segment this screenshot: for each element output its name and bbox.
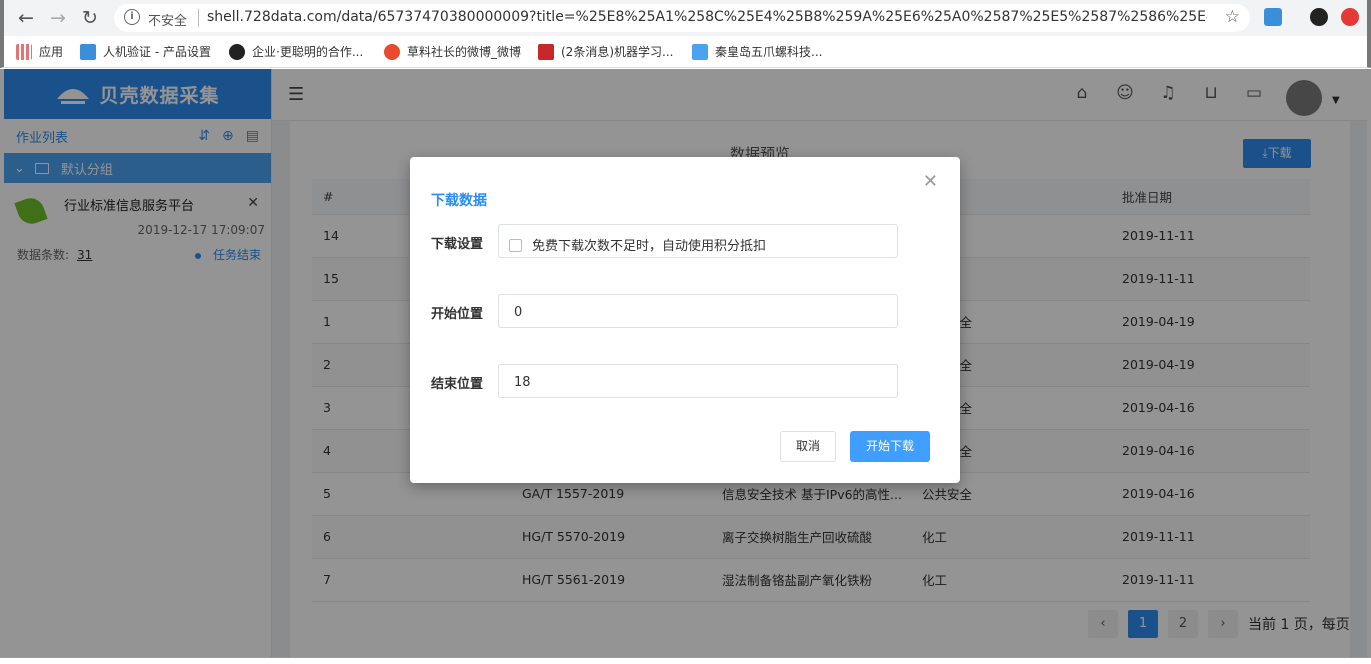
back-icon[interactable]: ←	[14, 6, 38, 30]
bookmark-label: 秦皇岛五爪螺科技...	[715, 45, 823, 59]
bookmark-apps[interactable]: 应用	[16, 43, 63, 60]
bookmark-star-icon[interactable]: ☆	[1225, 7, 1240, 27]
browser-toolbar: ← → ↻ i 不安全 shell.728data.com/data/65737…	[0, 0, 1371, 36]
start-download-button[interactable]: 开始下载	[850, 431, 930, 462]
csdn-icon	[538, 43, 554, 60]
bookmark-item[interactable]: 草料社长的微博_微博	[384, 43, 521, 60]
dialog-title: 下载数据	[431, 193, 487, 209]
site-icon	[692, 43, 708, 60]
divider	[198, 9, 199, 27]
bookmark-item[interactable]: 人机验证 - 产品设置	[80, 43, 211, 60]
extension-icon[interactable]	[1310, 8, 1328, 26]
start-position-input[interactable]: 0	[498, 294, 898, 328]
download-setting-row: 下载设置 免费下载次数不足时，自动使用积分抵扣	[431, 224, 931, 258]
apps-grid-icon	[16, 43, 32, 60]
cancel-button[interactable]: 取消	[780, 431, 836, 462]
field-label: 结束位置	[431, 377, 484, 392]
close-icon[interactable]: ✕	[923, 171, 938, 192]
bookmark-label: 人机验证 - 产品设置	[103, 45, 211, 59]
address-bar[interactable]: i 不安全 shell.728data.com/data/65737470380…	[114, 4, 1250, 32]
extension-icon[interactable]	[1341, 8, 1359, 26]
info-icon[interactable]: i	[124, 9, 140, 25]
bookmark-label: 企业·更聪明的合作...	[252, 45, 364, 59]
field-label: 开始位置	[431, 307, 484, 322]
bookmark-item[interactable]: 企业·更聪明的合作...	[229, 43, 363, 60]
auto-points-checkbox[interactable]: 免费下载次数不足时，自动使用积分抵扣	[498, 224, 898, 258]
download-dialog: 下载数据 ✕ 下载设置 免费下载次数不足时，自动使用积分抵扣 开始位置 0 结束…	[410, 157, 960, 483]
cloud-icon	[80, 43, 96, 60]
forward-icon[interactable]: →	[46, 6, 70, 30]
field-label: 下载设置	[431, 237, 484, 252]
reload-icon[interactable]: ↻	[78, 6, 102, 30]
checkbox-icon[interactable]	[509, 239, 522, 252]
end-position-input[interactable]: 18	[498, 364, 898, 398]
weibo-icon	[384, 43, 400, 60]
bookmark-label: (2条消息)机器学习...	[561, 45, 674, 59]
start-position-row: 开始位置 0	[431, 294, 931, 328]
github-icon	[229, 43, 245, 60]
bookmarks-bar: 应用 人机验证 - 产品设置 企业·更聪明的合作... 草料社长的微博_微博 (…	[0, 36, 1371, 68]
bookmark-label: 应用	[39, 45, 64, 59]
bookmark-item[interactable]: 秦皇岛五爪螺科技...	[692, 43, 822, 60]
insecure-label: 不安全	[148, 14, 188, 29]
extension-icon[interactable]	[1264, 8, 1282, 26]
url-text[interactable]: shell.728data.com/data/65737470380000009…	[207, 9, 1207, 25]
checkbox-label: 免费下载次数不足时，自动使用积分抵扣	[532, 239, 767, 254]
window-edge	[0, 657, 1371, 664]
end-position-row: 结束位置 18	[431, 364, 931, 398]
bookmark-label: 草料社长的微博_微博	[407, 45, 522, 59]
bookmark-item[interactable]: (2条消息)机器学习...	[538, 43, 673, 60]
